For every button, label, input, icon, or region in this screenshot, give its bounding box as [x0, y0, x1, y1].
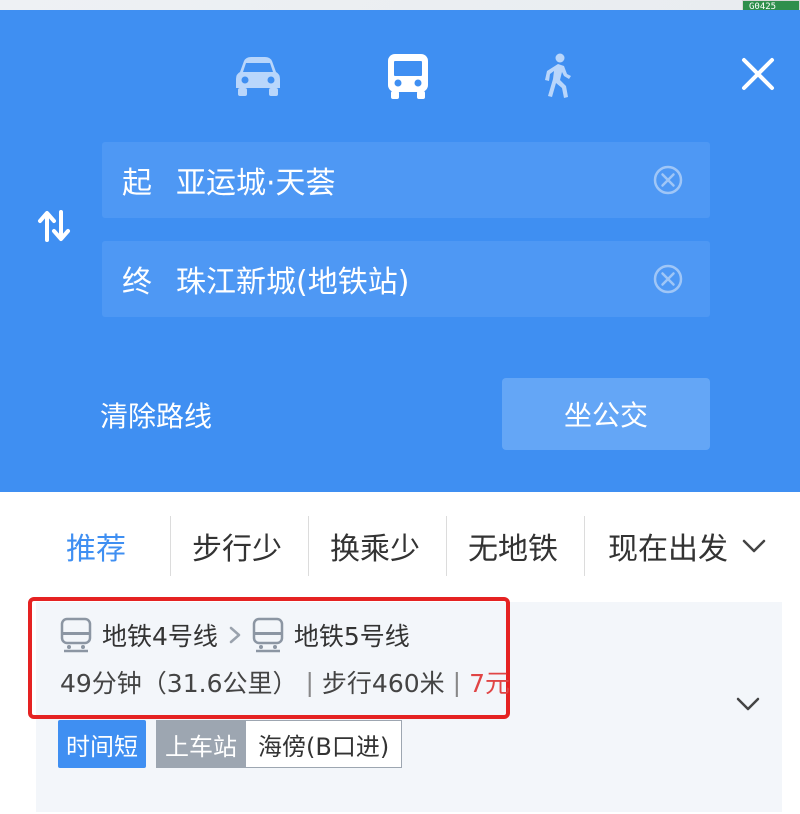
clear-end-button[interactable] [652, 263, 684, 295]
chevron-down-icon [742, 539, 766, 553]
tab-divider [308, 516, 309, 576]
clear-start-button[interactable] [652, 164, 684, 196]
route-walk: 步行460米 [321, 669, 445, 698]
bus-icon [388, 54, 428, 99]
metro-icon [60, 617, 92, 653]
swap-arrows-icon [38, 210, 70, 242]
fast-badge: 时间短 [58, 720, 146, 768]
close-icon [742, 58, 774, 90]
depart-time-select[interactable]: 现在出发 [608, 514, 766, 578]
route-duration: 49分钟（31.6公里） [60, 669, 298, 698]
tab-no-subway[interactable]: 无地铁 [468, 514, 558, 578]
take-bus-button[interactable]: 坐公交 [502, 378, 710, 450]
line-2-name: 地铁5号线 [293, 622, 410, 651]
board-stop-value: 海傍(B口进) [246, 720, 403, 768]
tab-fewer-transfers[interactable]: 换乘少 [330, 514, 420, 578]
start-field[interactable]: 起 亚运城·天荟 [102, 142, 710, 218]
chevron-down-icon [736, 697, 760, 711]
clear-route-link[interactable]: 清除路线 [100, 395, 212, 435]
tab-recommended[interactable]: 推荐 [66, 514, 126, 578]
summary-separator: | [305, 667, 314, 697]
mode-walk-button[interactable] [532, 50, 584, 102]
start-value[interactable]: 亚运城·天荟 [176, 158, 710, 202]
metro-icon [252, 617, 284, 653]
route-price: 7元 [469, 669, 510, 698]
expand-route-button[interactable] [730, 686, 766, 722]
route-lines: 地铁4号线 地铁5号线 [60, 614, 410, 656]
end-value[interactable]: 珠江新城(地铁站) [176, 257, 710, 301]
swap-endpoints-button[interactable] [30, 202, 78, 250]
route-summary: 49分钟（31.6公里） | 步行460米 | 7元 [60, 662, 510, 702]
tab-less-walking[interactable]: 步行少 [192, 514, 282, 578]
close-button[interactable] [734, 50, 782, 98]
clear-circle-icon [653, 264, 683, 294]
route-badges: 时间短 上车站 海傍(B口进) [58, 720, 403, 768]
clear-circle-icon [653, 165, 683, 195]
chevron-right-icon [229, 626, 241, 644]
line-1-name: 地铁4号线 [102, 622, 218, 651]
tab-divider [584, 516, 585, 576]
end-field[interactable]: 终 珠江新城(地铁站) [102, 241, 710, 317]
mode-car-button[interactable] [232, 50, 284, 102]
walk-icon [545, 53, 571, 98]
depart-label: 现在出发 [608, 532, 728, 567]
summary-separator: | [452, 667, 462, 697]
tab-divider [446, 516, 447, 576]
tab-divider [170, 516, 171, 576]
route-preference-tabs: 推荐 步行少 换乘少 无地铁 现在出发 [0, 492, 800, 602]
start-tag: 起 [122, 166, 152, 201]
end-tag: 终 [122, 265, 152, 300]
board-stop-label: 上车站 [156, 720, 246, 768]
car-icon [236, 57, 280, 96]
route-header: 起 亚运城·天荟 终 珠江新城(地铁站) 清除路线 坐公交 [0, 10, 800, 492]
mode-bus-button[interactable] [382, 50, 434, 102]
